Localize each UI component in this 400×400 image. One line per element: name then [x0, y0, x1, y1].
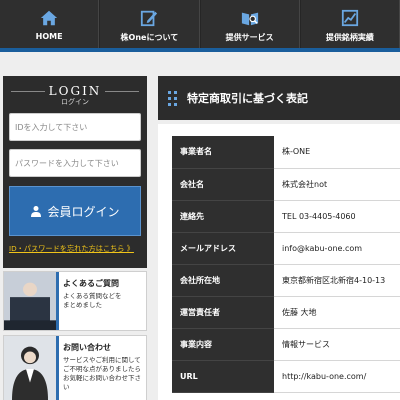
contact-card[interactable]: お問い合わせ サービスやご利用に関して ご不明な点がありましたら お気軽にお問い… [3, 335, 147, 400]
table-row: 連絡先 TEL 03-4405-4060 [172, 200, 400, 233]
login-box: LOGIN ログイン 会員ログイン ID・パスワードを忘れた方はこちら 》 [3, 76, 147, 268]
page-title: 特定商取引に基づく表記 [187, 92, 308, 105]
faq-text: よくある質問などを まとめました [63, 292, 122, 309]
id-input[interactable] [9, 113, 141, 141]
nav-item-home[interactable]: HOME [0, 0, 100, 48]
row-key: 事業者名 [172, 136, 274, 169]
faq-title: よくあるご質問 [63, 279, 119, 288]
table-row: URL http://kabu-one.com/ [172, 360, 400, 393]
login-heading: LOGIN ログイン [9, 84, 141, 107]
table-row: 事業内容 情報サービス [172, 328, 400, 361]
row-key: メールアドレス [172, 232, 274, 265]
table-row: 事業者名 株-ONE [172, 136, 400, 169]
login-subtitle: ログイン [61, 98, 89, 106]
table-row: 会社所在地 東京都新宿区北新宿4-10-13 [172, 264, 400, 297]
heading-dots-icon [168, 90, 177, 106]
row-value: 株-ONE [274, 136, 400, 169]
table-row: 運営責任者 佐藤 大地 [172, 296, 400, 329]
info-panel: 事業者名 株-ONE 会社名 株式会社not 連絡先 TEL 03-4405-4… [158, 124, 400, 400]
row-key: URL [172, 360, 274, 393]
login-title: LOGIN [48, 84, 102, 98]
faq-card-body: よくあるご質問 よくある質問などを まとめました [56, 272, 146, 330]
row-key: 事業内容 [172, 328, 274, 361]
nav-label: HOME [35, 32, 63, 41]
contact-text: サービスやご利用に関して ご不明な点がありましたら お気軽にお問い合わせ下さい [63, 356, 141, 391]
book-search-icon [241, 12, 258, 26]
row-value: 東京都新宿区北新宿4-10-13 [274, 264, 400, 297]
member-login-label: 会員ログイン [47, 204, 120, 219]
password-input[interactable] [9, 149, 141, 177]
contact-card-body: お問い合わせ サービスやご利用に関して ご不明な点がありましたら お気軽にお問い… [56, 336, 146, 400]
page-title-bar: 特定商取引に基づく表記 [158, 76, 400, 120]
nav-label: 提供銘柄実績 [325, 33, 374, 42]
faq-photo [4, 272, 56, 330]
nav-label: 提供サービス [225, 33, 274, 42]
email-link[interactable]: info@kabu-one.com [274, 232, 400, 265]
row-value: 佐藤 大地 [274, 296, 400, 329]
row-value: 情報サービス [274, 328, 400, 361]
user-icon [31, 206, 42, 217]
nav-item-services[interactable]: 提供サービス [199, 0, 300, 48]
row-key: 会社所在地 [172, 264, 274, 297]
global-nav: HOME 株Oneについて 提供サービス 提供銘柄実績 [0, 0, 400, 52]
row-value: TEL 03-4405-4060 [274, 200, 400, 233]
company-info-table: 事業者名 株-ONE 会社名 株式会社not 連絡先 TEL 03-4405-4… [172, 136, 400, 393]
edit-icon [141, 10, 158, 27]
contact-photo [4, 336, 56, 400]
row-key: 運営責任者 [172, 296, 274, 329]
forgot-password-link[interactable]: ID・パスワードを忘れた方はこちら 》 [9, 244, 141, 254]
row-key: 会社名 [172, 168, 274, 201]
table-row: メールアドレス info@kabu-one.com [172, 232, 400, 265]
faq-card[interactable]: よくあるご質問 よくある質問などを まとめました [3, 271, 147, 331]
nav-label: 株Oneについて [120, 33, 179, 42]
row-value: 株式会社not [274, 168, 400, 201]
url-link[interactable]: http://kabu-one.com/ [274, 360, 400, 393]
chart-icon [341, 9, 358, 27]
home-icon [41, 10, 58, 26]
nav-item-about[interactable]: 株Oneについて [99, 0, 200, 48]
contact-title: お問い合わせ [63, 343, 111, 352]
sidebar: LOGIN ログイン 会員ログイン ID・パスワードを忘れた方はこちら 》 よく… [3, 76, 147, 400]
table-row: 会社名 株式会社not [172, 168, 400, 201]
member-login-button[interactable]: 会員ログイン [9, 186, 141, 236]
row-key: 連絡先 [172, 200, 274, 233]
nav-item-results[interactable]: 提供銘柄実績 [299, 0, 400, 48]
